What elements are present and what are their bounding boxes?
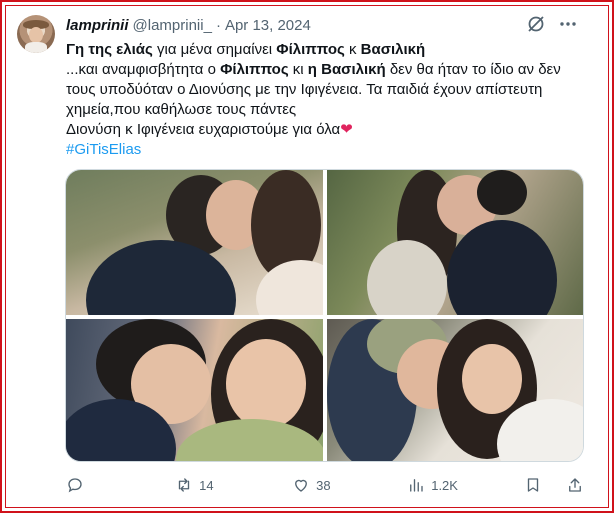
like-icon — [295, 479, 308, 492]
bookmark-button[interactable] — [524, 476, 554, 494]
photo-1[interactable] — [66, 170, 323, 315]
tweet-line-1: Γη της ελιάς για μένα σημαίνει Φίλιππος … — [66, 41, 426, 58]
share-button[interactable] — [566, 476, 584, 494]
reply-button[interactable] — [66, 476, 175, 494]
reply-icon — [68, 478, 82, 493]
retweet-icon — [178, 478, 190, 492]
user-handle[interactable]: @lamprinii_ — [133, 17, 212, 34]
tweet-text: Γη της ελιάς για μένα σημαίνει Φίλιππος … — [66, 40, 586, 160]
tweet-line-2: ...και αναμφισβήτητα ο Φίλιππος κι η Βασ… — [66, 61, 561, 118]
views-button[interactable]: 1.2K — [407, 476, 524, 494]
more-icon[interactable] — [558, 14, 578, 34]
tweet-date[interactable]: Apr 13, 2024 — [225, 17, 311, 34]
retweet-count: 14 — [199, 477, 214, 493]
tweet-actions: 14 38 1.2K — [66, 472, 584, 498]
hashtag-link[interactable]: #GiTisElias — [66, 141, 141, 158]
tweet-header: lamprinii @lamprinii_ · Apr 13, 2024 — [66, 14, 311, 36]
tweet-top-icons — [526, 14, 578, 34]
photo-3[interactable] — [66, 319, 323, 461]
avatar[interactable] — [17, 15, 55, 53]
share-icon — [569, 478, 581, 492]
views-icon — [410, 479, 423, 492]
display-name[interactable]: lamprinii — [66, 17, 129, 34]
like-button[interactable]: 38 — [292, 476, 407, 494]
photo-4[interactable] — [327, 319, 583, 461]
retweet-button[interactable]: 14 — [175, 476, 292, 494]
grok-icon[interactable] — [526, 14, 546, 34]
photo-2[interactable] — [327, 170, 583, 315]
separator-dot: · — [215, 16, 221, 34]
heart-emoji-icon: ❤ — [340, 121, 353, 138]
like-count: 38 — [316, 477, 331, 493]
tweet-line-3: Διονύση κ Ιφιγένεια ευχαριστούμε για όλα… — [66, 121, 353, 138]
media-grid[interactable] — [65, 169, 584, 462]
bookmark-icon — [528, 478, 539, 492]
views-count: 1.2K — [431, 477, 458, 493]
